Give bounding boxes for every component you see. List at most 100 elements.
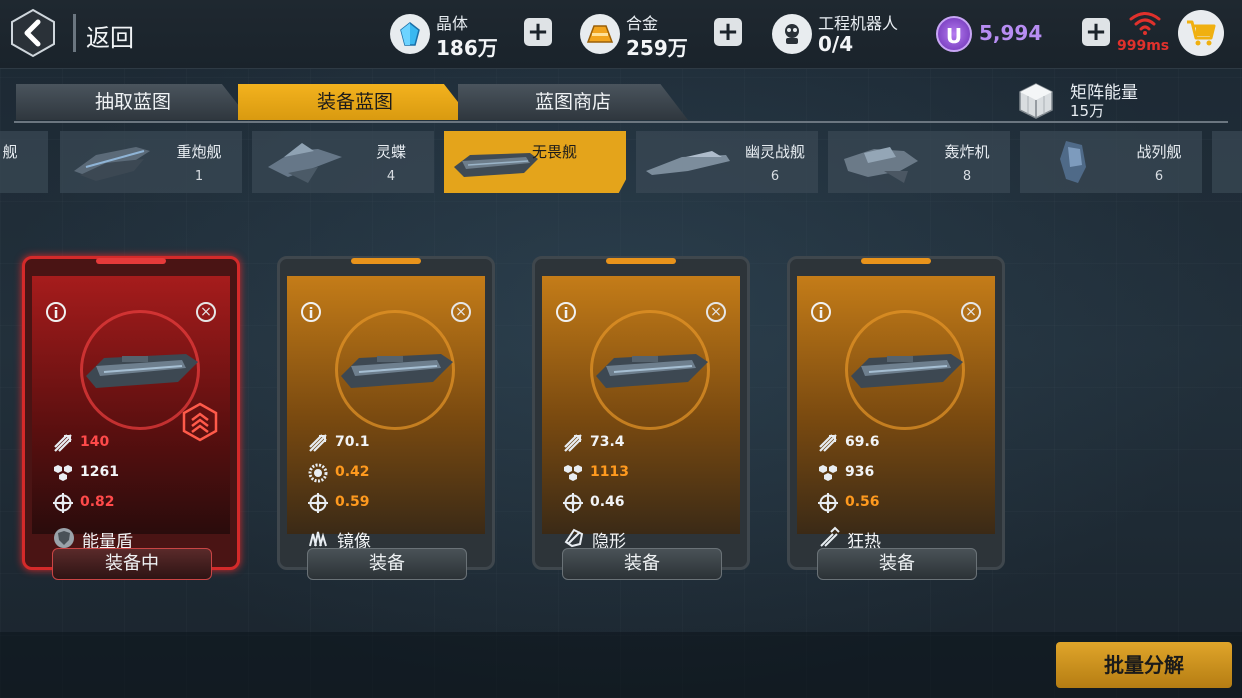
add-currency-button[interactable]: + xyxy=(1082,18,1110,46)
ship-name: 战列舰 xyxy=(1136,143,1182,161)
resource-value: 0/4 xyxy=(818,32,854,56)
stealth-icon xyxy=(562,526,586,550)
card-top-light xyxy=(96,258,166,264)
blueprint-card[interactable]: i × 73.4 1113 0.46 隐形 装备 xyxy=(532,256,750,580)
frenzy-icon xyxy=(817,526,841,550)
alloy-icon xyxy=(580,14,620,54)
ship-thumbnail xyxy=(454,153,538,177)
ship-tab-partial[interactable]: 舰 xyxy=(0,131,48,193)
resource-value: 186万 xyxy=(436,36,498,60)
blueprint-card[interactable]: i × 69.6 936 0.56 狂热 装备 xyxy=(787,256,1005,580)
back-button[interactable] xyxy=(10,8,56,58)
equip-button[interactable]: 装备 xyxy=(562,548,722,580)
resource-label: 晶体 xyxy=(436,14,469,33)
resource-alloy: 合金 259万 xyxy=(580,6,690,62)
wifi-signal-icon xyxy=(1129,12,1161,35)
crosshair-icon xyxy=(307,492,329,514)
shield-icon xyxy=(52,526,76,550)
tab-blueprint-shop[interactable]: 蓝图商店 xyxy=(458,84,688,120)
ship-count: 6 xyxy=(770,169,780,184)
card-panel: i × 73.4 1113 0.46 隐形 xyxy=(542,276,740,552)
ship-thumbnail xyxy=(1060,141,1086,183)
info-icon[interactable]: i xyxy=(301,302,321,322)
mirror-icon xyxy=(307,526,331,550)
info-icon[interactable]: i xyxy=(46,302,66,322)
matrix-energy-value: 15万 xyxy=(1070,102,1105,120)
equip-button[interactable]: 装备 xyxy=(817,548,977,580)
stat-value: 0.46 xyxy=(590,494,625,510)
ship-thumbnail xyxy=(74,147,150,181)
ship-count: 8 xyxy=(962,169,972,184)
ship-name: 重炮舰 xyxy=(176,143,222,161)
back-label[interactable]: 返回 xyxy=(86,18,134,53)
crosshair-icon xyxy=(817,492,839,514)
stat-value: 0.59 xyxy=(335,494,370,510)
u-currency-icon: U xyxy=(936,16,972,52)
ship-image xyxy=(337,338,455,398)
close-icon[interactable]: × xyxy=(451,302,471,322)
ship-name: 灵蝶 xyxy=(375,143,406,161)
bulk-dismantle-button[interactable]: 批量分解 xyxy=(1056,642,1232,688)
ship-name: 幽灵战舰 xyxy=(744,143,805,161)
tab-equip-blueprint[interactable]: 装备蓝图 xyxy=(238,84,472,120)
ship-tab-partial[interactable] xyxy=(1212,131,1242,193)
crosshair-icon xyxy=(52,492,74,514)
ship-tab-heavy-cannon[interactable]: 重炮舰 1 xyxy=(60,131,242,193)
ship-tab-dreadnought[interactable]: 无畏舰 xyxy=(444,131,626,193)
divider xyxy=(73,14,76,52)
close-icon[interactable]: × xyxy=(961,302,981,322)
ship-tab-battleship[interactable]: 战列舰 6 xyxy=(1020,131,1202,193)
blueprint-card[interactable]: i × 140 1261 0.82 能量盾 装备中 xyxy=(22,256,240,580)
ship-tab-spirit-butterfly[interactable]: 灵蝶 4 xyxy=(252,131,434,193)
stat-value: 69.6 xyxy=(845,434,880,450)
shop-cart-button[interactable] xyxy=(1178,10,1224,56)
gear-icon xyxy=(307,462,329,484)
attack-icon xyxy=(307,432,329,454)
card-panel: i × 69.6 936 0.56 狂热 xyxy=(797,276,995,552)
info-icon[interactable]: i xyxy=(811,302,831,322)
card-panel: i × 140 1261 0.82 能量盾 xyxy=(32,276,230,552)
blueprint-card[interactable]: i × 70.1 0.42 0.59 镜像 装备 xyxy=(277,256,495,580)
add-crystal-button[interactable]: + xyxy=(524,18,552,46)
tab-draw-blueprint[interactable]: 抽取蓝图 xyxy=(16,84,250,120)
stat-value: 70.1 xyxy=(335,434,370,450)
resource-robot: 工程机器人 0/4 xyxy=(772,6,912,62)
matrix-cube-icon xyxy=(1019,83,1053,119)
attack-icon xyxy=(52,432,74,454)
ship-name: 无畏舰 xyxy=(532,143,578,161)
ship-tab-bomber[interactable]: 轰炸机 8 xyxy=(828,131,1010,193)
stat-value: 1261 xyxy=(80,464,119,480)
rank-chevron-icon xyxy=(182,402,218,442)
stat-value: 1113 xyxy=(590,464,629,480)
ping-value: 999ms xyxy=(1117,38,1170,54)
stat-value: 140 xyxy=(80,434,110,450)
resource-label: 工程机器人 xyxy=(818,14,899,33)
card-panel: i × 70.1 0.42 0.59 镜像 xyxy=(287,276,485,552)
ship-count: 6 xyxy=(1154,169,1164,184)
card-top-light xyxy=(351,258,421,264)
resource-crystal: 晶体 186万 xyxy=(390,6,500,62)
ship-image xyxy=(592,338,710,398)
stat-value: 936 xyxy=(845,464,875,480)
hull-icon xyxy=(562,462,584,484)
stat-value: 73.4 xyxy=(590,434,625,450)
resource-label: 合金 xyxy=(626,14,659,33)
close-icon[interactable]: × xyxy=(706,302,726,322)
ship-tab-ghost-warship[interactable]: 幽灵战舰 6 xyxy=(636,131,818,193)
ship-thumbnail xyxy=(268,143,342,183)
ship-thumbnail xyxy=(844,147,918,183)
ship-count: 4 xyxy=(386,169,396,184)
equipped-button[interactable]: 装备中 xyxy=(52,548,212,580)
ship-image xyxy=(847,338,965,398)
add-alloy-button[interactable]: + xyxy=(714,18,742,46)
equip-button[interactable]: 装备 xyxy=(307,548,467,580)
attack-icon xyxy=(562,432,584,454)
info-icon[interactable]: i xyxy=(556,302,576,322)
card-top-light xyxy=(606,258,676,264)
ship-name: 轰炸机 xyxy=(944,143,990,161)
robot-icon xyxy=(772,14,812,54)
hull-icon xyxy=(817,462,839,484)
attack-icon xyxy=(817,432,839,454)
tab-underline xyxy=(14,121,1228,123)
close-icon[interactable]: × xyxy=(196,302,216,322)
